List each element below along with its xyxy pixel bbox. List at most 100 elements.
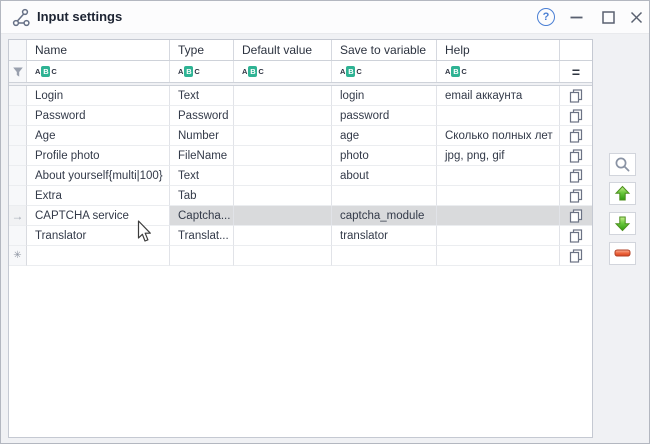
cell-help[interactable] (437, 246, 560, 266)
abc-contains-icon[interactable]: ABC (242, 66, 264, 77)
help-button[interactable]: ? (537, 8, 555, 26)
new-row[interactable]: ✳ (9, 246, 592, 266)
column-header-help[interactable]: Help (437, 40, 560, 60)
table-row[interactable]: Password Password password (9, 106, 592, 126)
cell-default-value[interactable] (234, 206, 332, 226)
cell-name[interactable]: Extra (27, 186, 170, 206)
cell-type[interactable]: Text (170, 166, 234, 186)
cell-help[interactable]: Сколько полных лет (437, 126, 560, 146)
search-button[interactable] (609, 153, 636, 176)
minimize-button[interactable] (565, 7, 587, 27)
table-row[interactable]: Translator Translat... translator (9, 226, 592, 246)
row-indicator[interactable] (9, 126, 27, 146)
cell-default-value[interactable] (234, 126, 332, 146)
copy-row-button[interactable] (560, 106, 592, 126)
cell-name[interactable]: Translator (27, 226, 170, 246)
filter-cell-save-to-variable[interactable]: ABC (332, 61, 437, 82)
cell-type[interactable]: Tab (170, 186, 234, 206)
cell-name[interactable]: About yourself{multi|100} (27, 166, 170, 186)
filter-cell-equals[interactable]: = (560, 61, 592, 82)
copy-row-button[interactable] (560, 166, 592, 186)
cell-help[interactable] (437, 206, 560, 226)
row-indicator[interactable] (9, 86, 27, 106)
move-down-button[interactable] (609, 212, 636, 235)
copy-row-button[interactable] (560, 206, 592, 226)
close-button[interactable] (625, 7, 647, 27)
cell-name[interactable]: Login (27, 86, 170, 106)
column-header-default-value[interactable]: Default value (234, 40, 332, 60)
cell-name[interactable]: CAPTCHA service (27, 206, 170, 226)
cell-help[interactable] (437, 166, 560, 186)
cell-help[interactable] (437, 106, 560, 126)
column-header-save-to-variable[interactable]: Save to variable (332, 40, 437, 60)
remove-row-button[interactable] (609, 242, 636, 265)
cell-default-value[interactable] (234, 106, 332, 126)
column-header-name[interactable]: Name (27, 40, 170, 60)
abc-contains-icon[interactable]: ABC (35, 66, 57, 77)
row-indicator[interactable] (9, 226, 27, 246)
cell-default-value[interactable] (234, 146, 332, 166)
table-row-selected[interactable]: → CAPTCHA service Captcha... captcha_mod… (9, 206, 592, 226)
cell-save-to-variable[interactable]: login (332, 86, 437, 106)
cell-type[interactable]: Password (170, 106, 234, 126)
row-indicator[interactable] (9, 166, 27, 186)
red-minus-icon (614, 249, 631, 258)
filter-cell-default-value[interactable]: ABC (234, 61, 332, 82)
column-header-type[interactable]: Type (170, 40, 234, 60)
copy-row-button[interactable] (560, 226, 592, 246)
filter-cell-type[interactable]: ABC (170, 61, 234, 82)
titlebar[interactable]: Input settings ? (1, 1, 649, 34)
cell-default-value[interactable] (234, 186, 332, 206)
cell-default-value[interactable] (234, 86, 332, 106)
abc-contains-icon[interactable]: ABC (178, 66, 200, 77)
table-row[interactable]: About yourself{multi|100} Text about (9, 166, 592, 186)
table-row[interactable]: Profile photo FileName photo jpg, png, g… (9, 146, 592, 166)
cell-help[interactable]: jpg, png, gif (437, 146, 560, 166)
cell-type[interactable]: FileName (170, 146, 234, 166)
cell-default-value[interactable] (234, 226, 332, 246)
row-indicator[interactable] (9, 186, 27, 206)
abc-contains-icon[interactable]: ABC (340, 66, 362, 77)
filter-cell-help[interactable]: ABC (437, 61, 560, 82)
cell-save-to-variable[interactable] (332, 246, 437, 266)
current-row-indicator[interactable]: → (9, 206, 27, 226)
copy-icon (569, 149, 583, 163)
cell-save-to-variable[interactable] (332, 186, 437, 206)
table-row[interactable]: Age Number age Сколько полных лет (9, 126, 592, 146)
equals-filter-icon: = (572, 65, 580, 79)
copy-icon (569, 249, 583, 263)
cell-type[interactable]: Number (170, 126, 234, 146)
cell-help[interactable] (437, 186, 560, 206)
copy-row-button[interactable] (560, 86, 592, 106)
table-row[interactable]: Extra Tab (9, 186, 592, 206)
cell-default-value[interactable] (234, 166, 332, 186)
cell-save-to-variable[interactable]: password (332, 106, 437, 126)
cell-name[interactable]: Password (27, 106, 170, 126)
cell-name[interactable] (27, 246, 170, 266)
table-row[interactable]: Login Text login email аккаунта (9, 86, 592, 106)
cell-type[interactable]: Captcha... (170, 206, 234, 226)
maximize-button[interactable] (597, 7, 619, 27)
cell-save-to-variable[interactable]: captcha_module (332, 206, 437, 226)
row-indicator[interactable] (9, 146, 27, 166)
copy-row-button[interactable] (560, 246, 592, 266)
cell-name[interactable]: Profile photo (27, 146, 170, 166)
cell-type[interactable]: Text (170, 86, 234, 106)
cell-type[interactable] (170, 246, 234, 266)
copy-row-button[interactable] (560, 146, 592, 166)
cell-type[interactable]: Translat... (170, 226, 234, 246)
row-indicator[interactable] (9, 106, 27, 126)
filter-cell-name[interactable]: ABC (27, 61, 170, 82)
cell-name[interactable]: Age (27, 126, 170, 146)
copy-row-button[interactable] (560, 186, 592, 206)
cell-save-to-variable[interactable]: translator (332, 226, 437, 246)
cell-help[interactable] (437, 226, 560, 246)
abc-contains-icon[interactable]: ABC (445, 66, 467, 77)
cell-save-to-variable[interactable]: photo (332, 146, 437, 166)
move-up-button[interactable] (609, 182, 636, 205)
cell-default-value[interactable] (234, 246, 332, 266)
copy-row-button[interactable] (560, 126, 592, 146)
cell-help[interactable]: email аккаунта (437, 86, 560, 106)
cell-save-to-variable[interactable]: age (332, 126, 437, 146)
cell-save-to-variable[interactable]: about (332, 166, 437, 186)
